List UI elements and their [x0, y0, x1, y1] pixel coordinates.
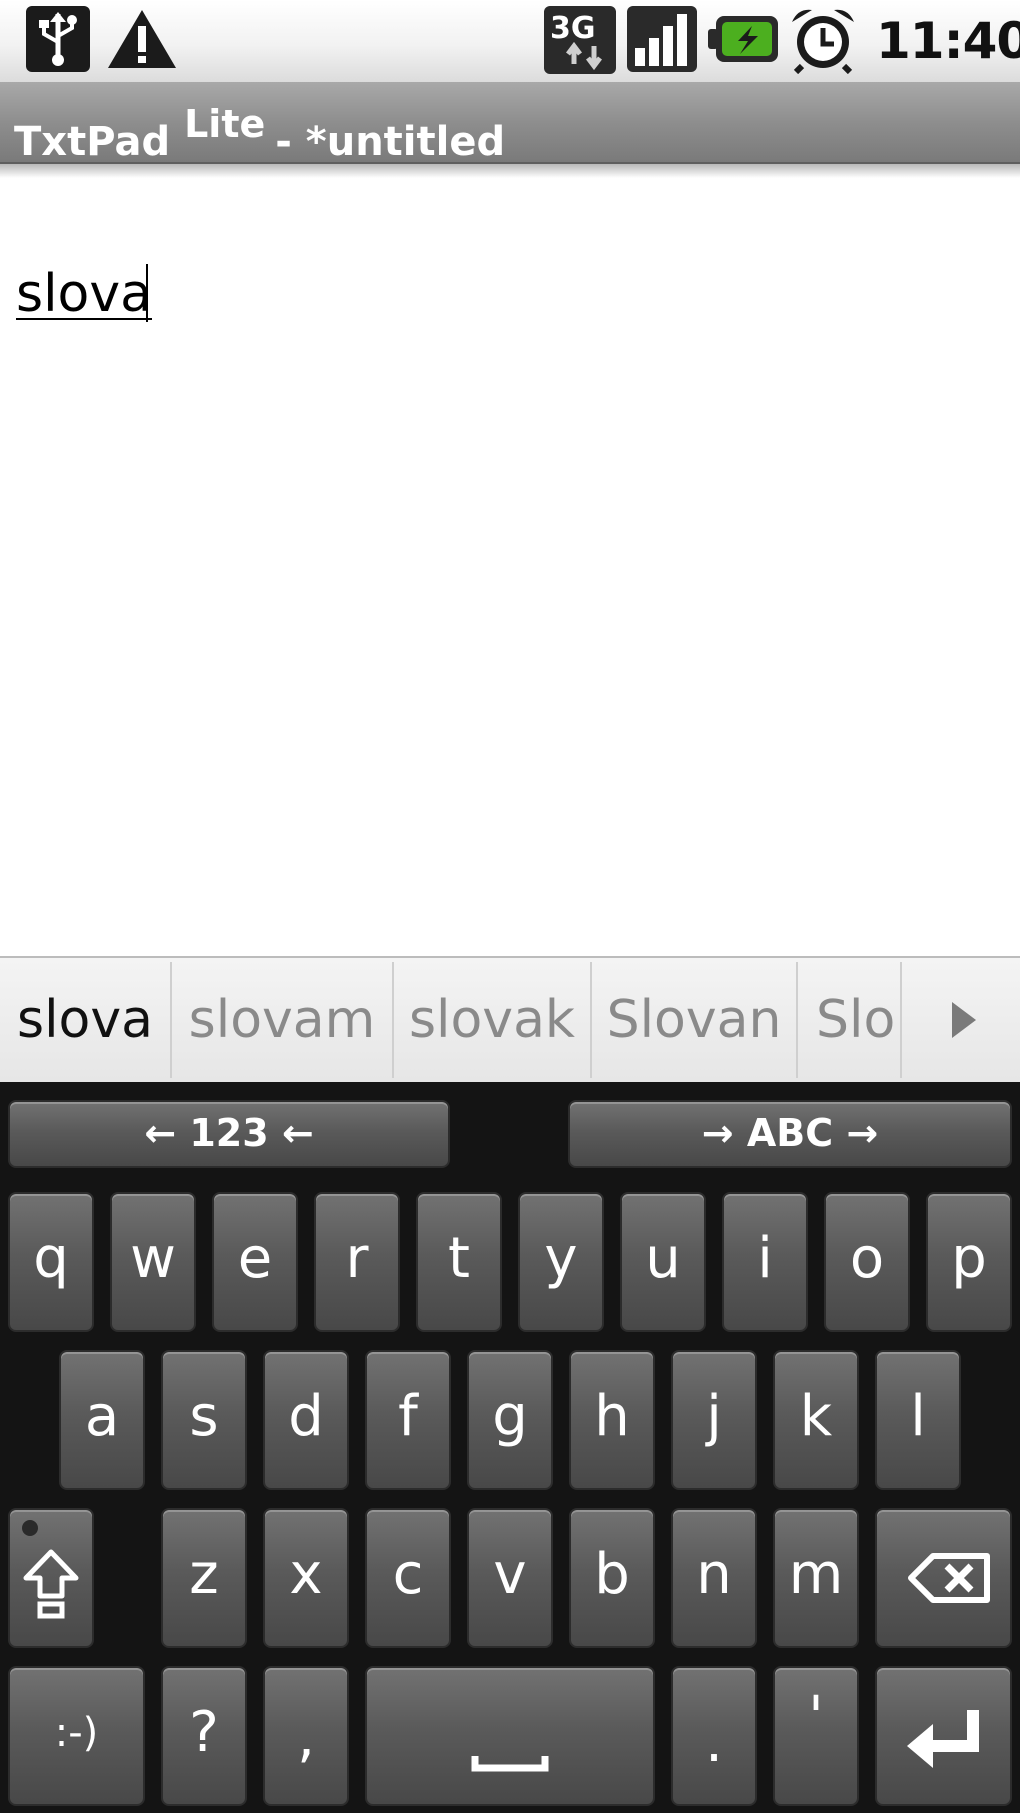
enter-icon — [907, 1710, 979, 1768]
key-i[interactable]: i — [722, 1192, 808, 1332]
lang-switch-left-key[interactable]: ← 123 ← — [8, 1100, 450, 1168]
key-y[interactable]: y — [518, 1192, 604, 1332]
suggestion-item[interactable]: slovam — [172, 958, 392, 1082]
smiley-key[interactable]: :-) — [8, 1666, 145, 1806]
key-g[interactable]: g — [467, 1350, 553, 1490]
key-t[interactable]: t — [416, 1192, 502, 1332]
key-d[interactable]: d — [263, 1350, 349, 1490]
alarm-icon — [792, 9, 854, 74]
document-name: - *untitled — [275, 119, 506, 165]
status-bar: 3G 11:40 — [0, 0, 1020, 82]
key-c[interactable]: c — [365, 1508, 451, 1648]
key-s[interactable]: s — [161, 1350, 247, 1490]
key-z[interactable]: z — [161, 1508, 247, 1648]
key-h[interactable]: h — [569, 1350, 655, 1490]
shift-key[interactable] — [8, 1508, 94, 1648]
status-time: 11:40 — [876, 12, 1020, 70]
text-cursor — [146, 264, 148, 322]
soft-keyboard: ← 123 ← → ABC → q w e r t y u i o p a s … — [0, 1082, 1020, 1813]
key-r[interactable]: r — [314, 1192, 400, 1332]
suggestion-item[interactable]: slova — [0, 958, 170, 1082]
key-v[interactable]: v — [467, 1508, 553, 1648]
backspace-icon — [908, 1553, 990, 1603]
phone-screen: 3G 11:40 TxtPad Lite - *untitled slova s… — [0, 0, 1020, 1813]
signal-icon — [627, 6, 697, 72]
key-a[interactable]: a — [59, 1350, 145, 1490]
key-f[interactable]: f — [365, 1350, 451, 1490]
key-p[interactable]: p — [926, 1192, 1012, 1332]
suggestion-item[interactable]: slovak — [394, 958, 590, 1082]
key-j[interactable]: j — [671, 1350, 757, 1490]
text-editor[interactable]: slova — [0, 164, 1020, 956]
backspace-key[interactable] — [875, 1508, 1012, 1648]
editor-text[interactable]: slova — [16, 259, 152, 329]
title-bar: TxtPad Lite - *untitled — [0, 82, 1020, 165]
space-icon — [471, 1756, 549, 1772]
suggestion-item[interactable]: Slo — [798, 958, 898, 1082]
key-q[interactable]: q — [8, 1192, 94, 1332]
key-o[interactable]: o — [824, 1192, 910, 1332]
key-l[interactable]: l — [875, 1350, 961, 1490]
network-label: 3G — [550, 11, 596, 46]
lang-switch-right-key[interactable]: → ABC → — [568, 1100, 1012, 1168]
warning-icon — [108, 10, 176, 68]
key-b[interactable]: b — [569, 1508, 655, 1648]
comma-key[interactable]: , — [263, 1666, 349, 1806]
period-key[interactable]: . — [671, 1666, 757, 1806]
usb-icon — [26, 6, 90, 72]
data-3g-icon: 3G — [544, 6, 616, 74]
apostrophe-key[interactable]: ' — [773, 1666, 859, 1806]
app-name: TxtPad — [14, 119, 171, 165]
arrow-right-icon — [952, 1002, 976, 1038]
space-key[interactable] — [365, 1666, 655, 1806]
battery-charging-icon — [708, 16, 778, 62]
suggestion-item[interactable]: Slovan — [592, 958, 796, 1082]
key-e[interactable]: e — [212, 1192, 298, 1332]
title-bar-shadow — [0, 164, 1020, 178]
more-suggestions-button[interactable] — [902, 958, 1020, 1082]
shift-icon — [22, 1520, 79, 1619]
question-mark-key[interactable]: ? — [161, 1666, 247, 1806]
key-x[interactable]: x — [263, 1508, 349, 1648]
enter-key[interactable] — [875, 1666, 1012, 1806]
suggestion-bar: slova slovam slovak Slovan Slo — [0, 956, 1020, 1082]
key-n[interactable]: n — [671, 1508, 757, 1648]
app-title: TxtPad Lite - *untitled — [14, 102, 505, 165]
key-w[interactable]: w — [110, 1192, 196, 1332]
app-edition: Lite — [184, 102, 266, 146]
key-m[interactable]: m — [773, 1508, 859, 1648]
key-u[interactable]: u — [620, 1192, 706, 1332]
key-k[interactable]: k — [773, 1350, 859, 1490]
